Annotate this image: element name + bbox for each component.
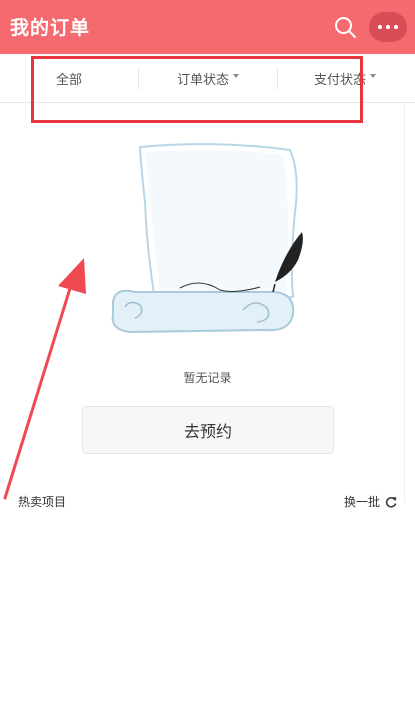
more-dots-icon[interactable]	[369, 12, 407, 42]
caret-down-icon	[370, 74, 377, 78]
annotation-arrow	[3, 258, 86, 500]
refresh-label: 换一批	[344, 495, 381, 509]
empty-scroll-illustration	[111, 143, 303, 334]
search-icon[interactable]	[334, 16, 356, 38]
app-header: 我的订单	[0, 0, 415, 54]
page-title: 我的订单	[10, 17, 91, 39]
book-appointment-button[interactable]: 去预约	[82, 406, 334, 454]
hot-items-label: 热卖项目	[18, 495, 67, 509]
refresh-batch-button[interactable]: 换一批	[344, 493, 397, 510]
refresh-icon	[385, 496, 397, 508]
divider	[404, 102, 405, 502]
annotation-highlight-box	[31, 56, 363, 123]
book-appointment-label: 去预约	[183, 422, 232, 441]
